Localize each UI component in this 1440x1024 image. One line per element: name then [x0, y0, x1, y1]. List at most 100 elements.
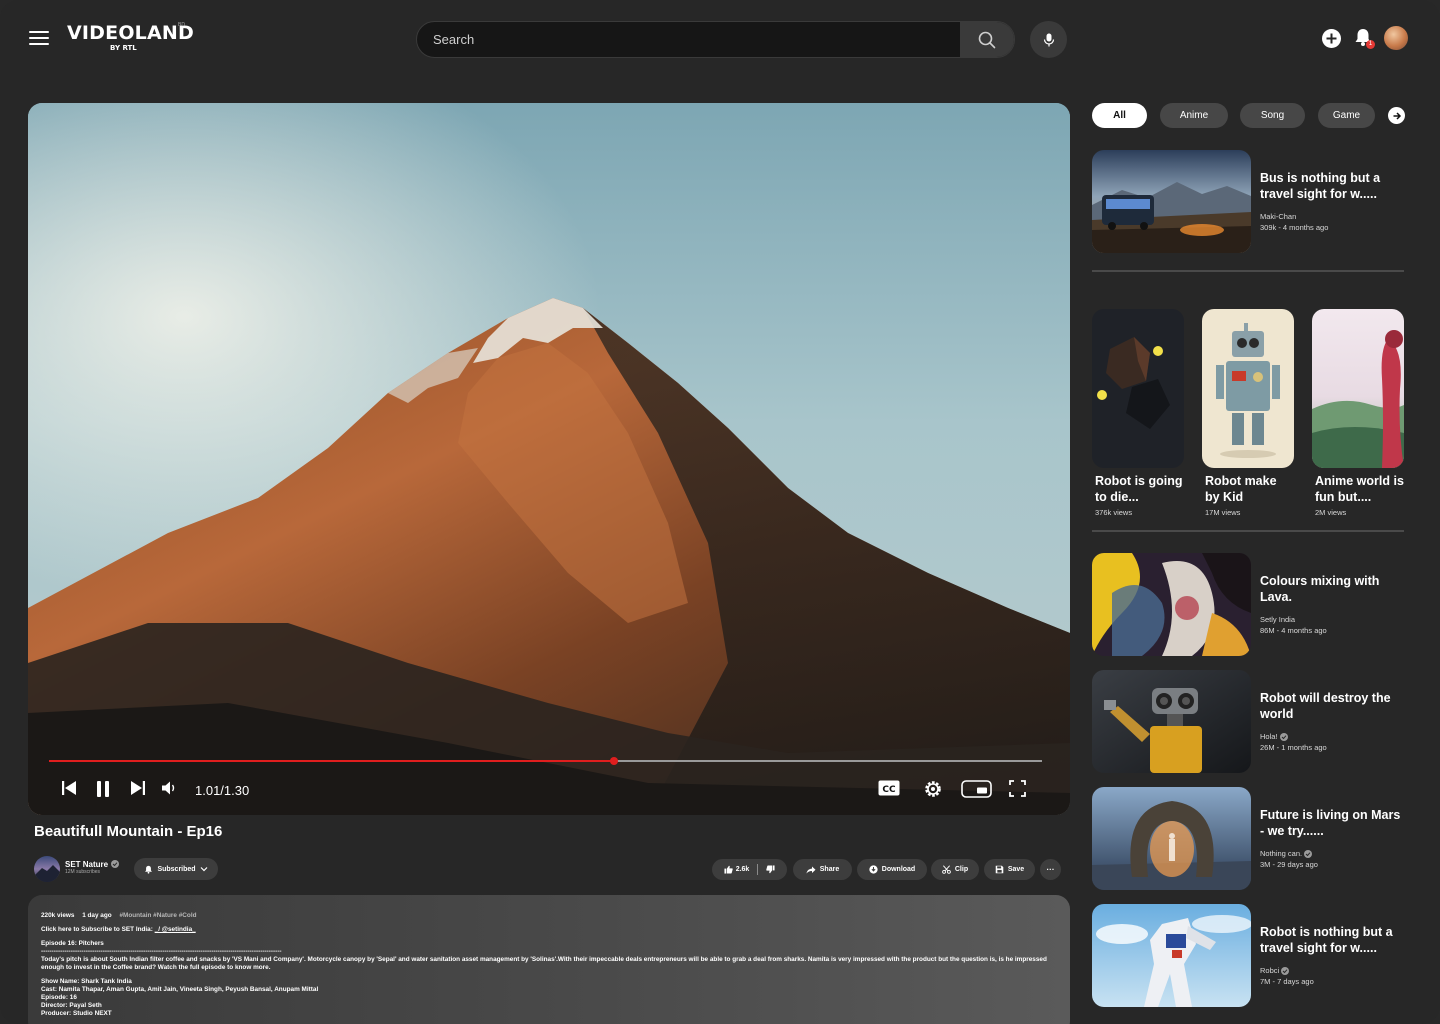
cast: Cast: Namita Thapar, Aman Gupta, Amit Ja… — [41, 986, 319, 993]
short-item[interactable]: Robot make by Kid 17M views — [1202, 309, 1294, 517]
recommendation-channel: Hola! — [1260, 732, 1288, 741]
channel-label: Setly India — [1260, 615, 1296, 624]
recommendation-stats: 7M - 7 days ago — [1260, 977, 1314, 986]
recommendation-stats: 309k - 4 months ago — [1260, 223, 1329, 232]
channel-subscribers: 12M subscribes — [65, 869, 101, 875]
video-thumbnail — [1092, 787, 1251, 890]
subscribe-prompt: Click here to Subscribe to SET India: — [41, 926, 153, 933]
miniplayer-icon[interactable] — [961, 780, 992, 798]
chevron-down-icon — [200, 867, 207, 872]
director: Director: Payal Seth — [41, 1002, 102, 1009]
brand-region: BD — [178, 22, 185, 28]
video-thumbnail — [1092, 904, 1251, 1007]
download-label: Download — [881, 866, 916, 873]
short-views: 2M views — [1315, 508, 1347, 517]
hashtags[interactable]: #Mountain #Nature #Cold — [119, 912, 196, 919]
show-name: Show Name: Shark Tank India — [41, 978, 132, 985]
progress-bar[interactable] — [49, 757, 1042, 765]
clip-button[interactable]: Clip — [931, 859, 979, 880]
recommendation-title: Colours mixing with Lava. — [1260, 574, 1380, 604]
short-thumbnail — [1202, 309, 1294, 468]
download-button[interactable]: Download — [857, 859, 927, 880]
short-views: 376k views — [1095, 508, 1133, 517]
share-button[interactable]: Share — [793, 859, 852, 880]
recommendation-stats: 26M - 1 months ago — [1260, 743, 1327, 752]
recommendation-item[interactable]: Bus is nothing but a travel sight for w.… — [1092, 150, 1404, 253]
channel-name[interactable]: SET Nature — [65, 860, 108, 869]
save-icon — [995, 865, 1004, 874]
verified-icon — [1304, 849, 1313, 858]
search-bar — [416, 21, 1015, 58]
short-item[interactable]: Anime world is fun but.... 2M views — [1312, 309, 1404, 517]
video-thumbnail — [1092, 150, 1251, 253]
short-title: Anime world is fun but.... — [1315, 474, 1404, 504]
subscribe-link[interactable]: _/ @setindia_ — [155, 926, 196, 933]
more-actions-button[interactable]: ··· — [1040, 859, 1061, 880]
like-count: 2.6k — [735, 866, 750, 873]
voice-search-button[interactable] — [1030, 21, 1067, 58]
like-button[interactable]: 2.6k — [724, 865, 750, 874]
short-thumbnail — [1312, 309, 1404, 468]
short-item[interactable]: Robot is going to die... 376k views — [1092, 309, 1184, 517]
chip-all[interactable]: All — [1092, 103, 1147, 128]
thumbs-up-icon — [724, 865, 733, 874]
notifications-button[interactable]: 1 — [1353, 27, 1375, 49]
recommendation-channel: Maki-Chan — [1260, 212, 1296, 221]
chips-next-button[interactable] — [1388, 107, 1405, 124]
brand-sub: BY RTL — [110, 44, 137, 52]
settings-icon[interactable] — [923, 779, 943, 799]
mic-icon — [1043, 33, 1054, 46]
short-title: Robot is going to die... — [1095, 474, 1183, 504]
description-panel[interactable]: 220k views 1 day ago #Mountain #Nature #… — [28, 895, 1070, 1024]
pill-divider — [757, 864, 759, 875]
recommendation-title: Future is living on Mars - we try...... — [1260, 808, 1401, 838]
recommendation-item[interactable]: Robot will destroy the world Hola! 26M -… — [1092, 670, 1404, 773]
recommendation-channel: Nothing can. — [1260, 849, 1313, 858]
channel-label: Hola! — [1260, 732, 1278, 741]
upload-age: 1 day ago — [82, 912, 112, 919]
volume-icon[interactable] — [161, 780, 178, 796]
thumbs-down-icon[interactable] — [766, 865, 775, 874]
save-button[interactable]: Save — [984, 859, 1035, 880]
short-title: Robot make by Kid — [1205, 474, 1277, 504]
description-body: Today's pitch is about South Indian filt… — [41, 956, 1047, 971]
recommendation-item[interactable]: Robot is nothing but a travel sight for … — [1092, 904, 1404, 1007]
chip-anime[interactable]: Anime — [1160, 103, 1228, 128]
recommendation-item[interactable]: Colours mixing with Lava. Setly India 86… — [1092, 553, 1404, 656]
brand-logo[interactable]: VIDEOLAND BY RTL BD — [67, 22, 194, 52]
next-icon[interactable] — [130, 780, 146, 796]
progress-handle[interactable] — [610, 757, 619, 765]
menu-icon[interactable] — [29, 31, 49, 47]
recommendation-channel: Setly India — [1260, 615, 1295, 624]
recommendation-stats: 3M - 29 days ago — [1260, 860, 1318, 869]
channel-avatar[interactable] — [34, 856, 60, 882]
description-separator: ----------------------------------------… — [41, 948, 282, 955]
subscribed-button[interactable]: Subscribed — [134, 858, 218, 880]
recommendation-title: Bus is nothing but a travel sight for w.… — [1260, 171, 1381, 201]
user-avatar[interactable] — [1384, 26, 1408, 50]
like-dislike-group: 2.6k — [712, 859, 787, 880]
chip-game[interactable]: Game — [1318, 103, 1375, 128]
search-input[interactable] — [417, 22, 962, 57]
notification-badge: 1 — [1366, 40, 1375, 49]
brand-name: VIDEOLAND — [67, 22, 194, 44]
video-player[interactable]: 1.01/1.30 CC — [28, 103, 1070, 815]
verified-icon — [1281, 966, 1290, 975]
fullscreen-icon[interactable] — [1009, 780, 1026, 797]
video-title: Beautifull Mountain - Ep16 — [34, 823, 223, 840]
chip-song[interactable]: Song — [1240, 103, 1305, 128]
previous-icon[interactable] — [61, 780, 77, 796]
video-thumbnail — [1092, 553, 1251, 656]
bell-icon — [145, 865, 153, 874]
channel-label: Robci — [1260, 966, 1280, 975]
search-button[interactable] — [960, 22, 1014, 57]
recommendation-item[interactable]: Future is living on Mars - we try...... … — [1092, 787, 1404, 890]
captions-icon[interactable]: CC — [878, 780, 900, 796]
more-icon: ··· — [1046, 865, 1055, 874]
recommendation-title: Robot is nothing but a travel sight for … — [1260, 925, 1393, 955]
recommendation-title: Robot will destroy the world — [1260, 691, 1391, 721]
pause-icon[interactable] — [95, 780, 111, 798]
create-icon[interactable] — [1321, 28, 1342, 49]
short-thumbnail — [1092, 309, 1184, 468]
download-icon — [869, 865, 878, 874]
